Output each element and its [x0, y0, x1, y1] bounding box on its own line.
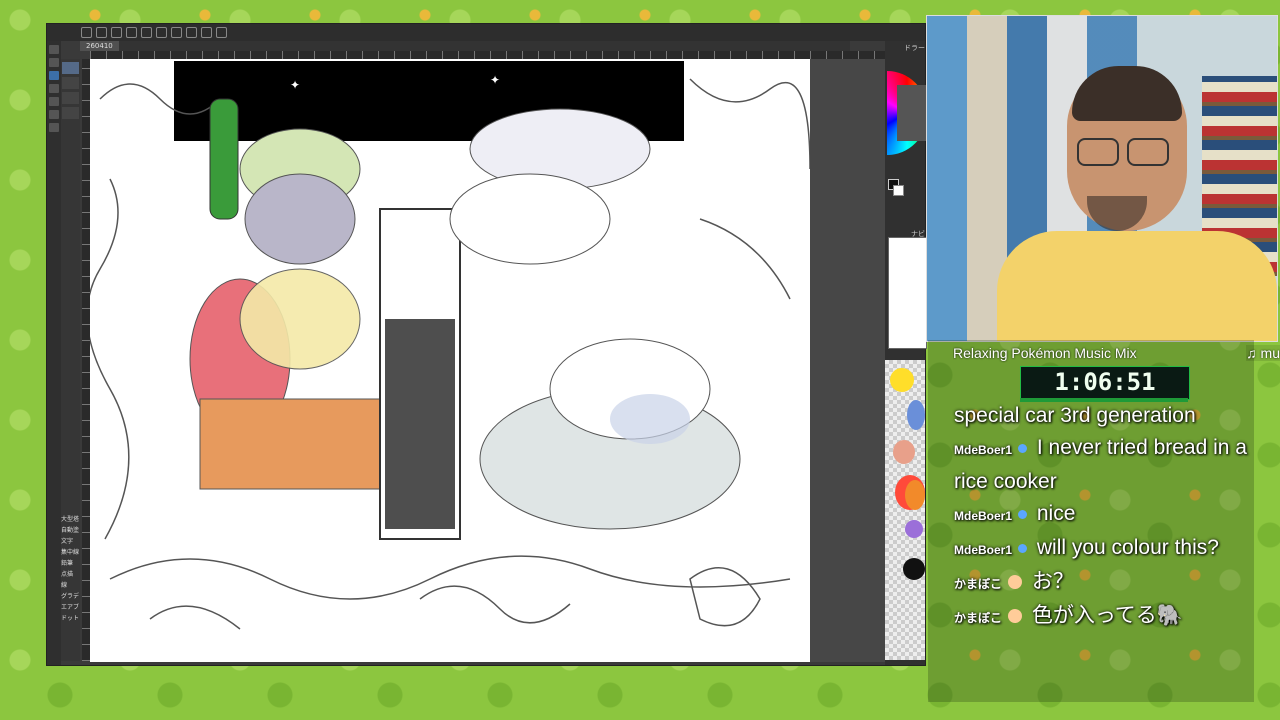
sub-tool-label[interactable]: 鉛筆	[61, 558, 80, 569]
fill-tool-icon[interactable]	[49, 97, 59, 106]
chat-username: MdeBoer1	[954, 443, 1013, 457]
stream-timer: 1:06:51	[1020, 366, 1190, 400]
sub-tool-label[interactable]: 点描	[61, 569, 80, 580]
fill-icon[interactable]	[171, 27, 182, 38]
eraser-icon[interactable]	[201, 27, 212, 38]
user-avatar-icon	[1008, 575, 1023, 590]
webcam-shirt	[997, 231, 1277, 341]
chat-message-text: will you colour this?	[1036, 536, 1219, 559]
user-badge-icon	[1018, 543, 1028, 553]
user-badge-icon	[1018, 509, 1028, 519]
sub-tool-item[interactable]	[62, 62, 79, 74]
chat-message: MdeBoer1 I never tried bread in a rice c…	[954, 432, 1254, 498]
chat-message: かまぼこ 色が入ってる🐘	[954, 600, 1254, 634]
navigator-thumbnail[interactable]	[888, 237, 927, 349]
music-title: Relaxing Pokémon Music Mix	[953, 345, 1137, 361]
chat-username: かまぼこ	[954, 611, 1003, 625]
chat-username: かまぼこ	[954, 577, 1003, 591]
color-panel-title: ドラー	[904, 44, 925, 52]
document-tabbar: 260410	[80, 41, 850, 51]
canvas-scroll-area[interactable]	[810, 59, 885, 662]
palette-color-black[interactable]	[903, 558, 925, 580]
sub-color-swatch[interactable]	[893, 185, 904, 196]
user-avatar-icon	[1008, 609, 1023, 624]
chat-message-text: nice	[1036, 502, 1076, 525]
sub-tool-label[interactable]: 文字	[61, 536, 80, 547]
palette-color-orange[interactable]	[905, 480, 925, 510]
brush-icon[interactable]	[156, 27, 167, 38]
sub-tool-list: 大型塔 自動塗 文字 集中線 鉛筆 点描 線 グラデ エアブ ドット	[61, 514, 80, 624]
chat-message: MdeBoer1 nice	[954, 498, 1254, 532]
sub-tool-label[interactable]: 自動塗	[61, 525, 80, 536]
color-palette	[885, 360, 925, 660]
palette-color-peach[interactable]	[893, 440, 915, 464]
sub-tool-label[interactable]: グラデ	[61, 591, 80, 602]
palette-color-purple[interactable]	[905, 520, 923, 538]
music-ticker: Relaxing Pokémon Music Mix ♫ mu	[953, 345, 1280, 363]
chat-panel: special car 3rd generation MdeBoer1 I ne…	[954, 400, 1254, 700]
user-badge-icon	[1018, 443, 1028, 453]
svg-text:✦: ✦	[290, 78, 300, 92]
chat-message-text: 色が入ってる🐘	[1031, 604, 1183, 627]
text-icon[interactable]	[216, 27, 227, 38]
chat-message: MdeBoer1 will you colour this?	[954, 532, 1254, 566]
palette-color-yellow[interactable]	[890, 368, 914, 392]
sub-tool-label[interactable]: 集中線	[61, 547, 80, 558]
drawing-canvas[interactable]: ✦ ✦	[90, 59, 810, 662]
redo-icon[interactable]	[141, 27, 152, 38]
save-icon[interactable]	[111, 27, 122, 38]
move-tool-icon[interactable]	[49, 110, 59, 119]
select-icon[interactable]	[186, 27, 197, 38]
chat-username: MdeBoer1	[954, 543, 1013, 557]
chat-message: special car 3rd generation	[954, 400, 1254, 432]
chat-username: MdeBoer1	[954, 509, 1013, 523]
open-file-icon[interactable]	[96, 27, 107, 38]
select-tool-icon[interactable]	[49, 123, 59, 132]
new-file-icon[interactable]	[81, 27, 92, 38]
ruler-horizontal	[90, 51, 885, 59]
toolbar	[47, 24, 925, 41]
eraser-tool-icon[interactable]	[49, 84, 59, 93]
sub-tool-panel: 大型塔 自動塗 文字 集中線 鉛筆 点描 線 グラデ エアブ ドット	[61, 59, 80, 661]
chat-message: かまぼこ お？	[954, 566, 1254, 600]
sub-tool-label[interactable]: ドット	[61, 613, 80, 624]
svg-text:✦: ✦	[490, 73, 500, 87]
sub-tool-label[interactable]: エアブ	[61, 602, 80, 613]
sub-tool-item[interactable]	[62, 107, 79, 119]
pen-tool-icon[interactable]	[49, 45, 59, 54]
ruler-vertical	[82, 59, 90, 661]
chat-message-text: お？	[1031, 570, 1074, 593]
sub-tool-item[interactable]	[62, 77, 79, 89]
illustration: ✦ ✦	[90, 61, 810, 630]
drawing-app-window: 260410 大型塔 自動塗 文字 集中線 鉛筆 点描 線 グラデ エアブ ドッ…	[47, 24, 927, 665]
brush-tool-icon[interactable]	[49, 71, 59, 80]
palette-color-blue[interactable]	[907, 400, 925, 430]
sub-tool-label[interactable]: 大型塔	[61, 514, 80, 525]
color-wheel[interactable]	[887, 71, 927, 155]
music-note: ♫ mu	[1246, 345, 1280, 361]
undo-icon[interactable]	[126, 27, 137, 38]
sub-tool-item[interactable]	[62, 92, 79, 104]
glasses-icon	[1067, 138, 1177, 166]
tool-palette	[47, 41, 61, 665]
document-tab[interactable]: 260410	[80, 41, 119, 51]
pencil-tool-icon[interactable]	[49, 58, 59, 67]
chat-message-text: special car 3rd generation	[954, 404, 1196, 427]
sub-tool-label[interactable]: 線	[61, 580, 80, 591]
webcam-feed	[926, 15, 1278, 342]
